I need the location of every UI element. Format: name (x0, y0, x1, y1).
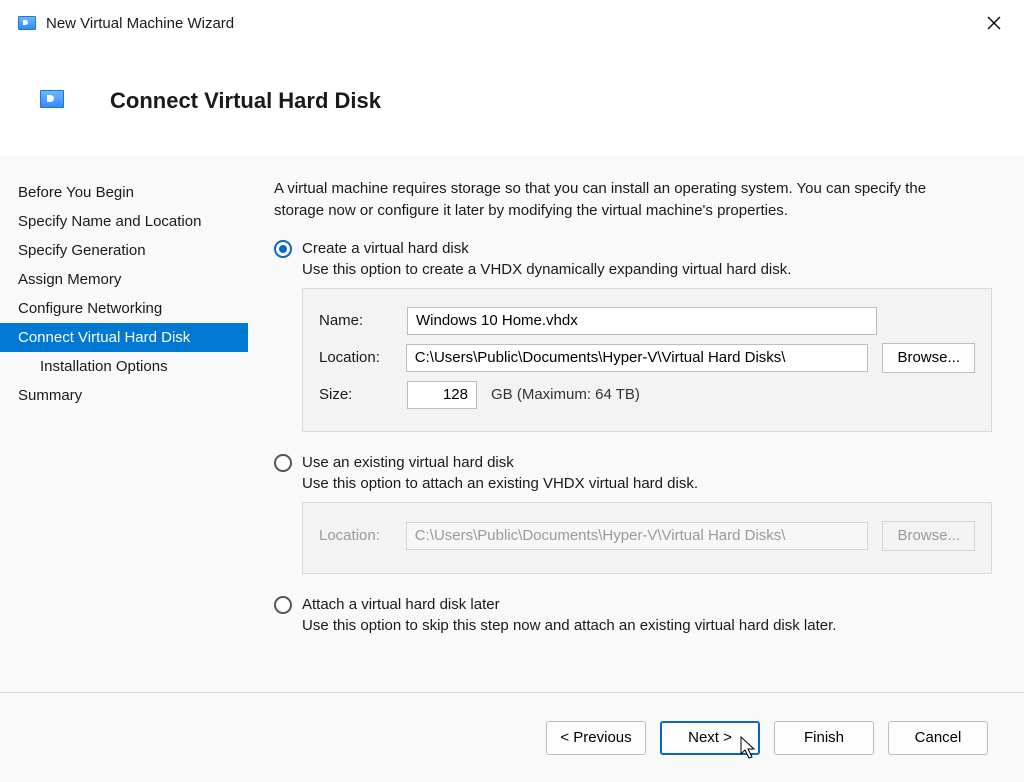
sidebar-item-configure-networking[interactable]: Configure Networking (0, 294, 248, 323)
cancel-button[interactable]: Cancel (888, 721, 988, 755)
sidebar-item-label: Assign Memory (18, 271, 121, 288)
sidebar-item-connect-vhd[interactable]: Connect Virtual Hard Disk (0, 323, 248, 352)
size-suffix: GB (Maximum: 64 TB) (491, 386, 640, 403)
window-title: New Virtual Machine Wizard (46, 15, 234, 32)
radio-create-label: Create a virtual hard disk (302, 240, 469, 257)
browse-button-existing: Browse... (882, 521, 975, 551)
location-label: Location: (319, 349, 392, 366)
radio-later-label: Attach a virtual hard disk later (302, 596, 500, 613)
name-input[interactable] (407, 307, 877, 335)
next-button[interactable]: Next > (660, 721, 760, 755)
location-input[interactable] (406, 344, 869, 372)
sidebar-item-specify-name-location[interactable]: Specify Name and Location (0, 207, 248, 236)
size-label: Size: (319, 386, 393, 403)
sidebar-item-label: Summary (18, 387, 82, 404)
existing-location-label: Location: (319, 527, 392, 544)
wizard-body: Before You Begin Specify Name and Locati… (0, 156, 1024, 692)
radio-existing-vhd[interactable] (274, 454, 292, 472)
option-create-desc: Use this option to create a VHDX dynamic… (302, 261, 992, 278)
radio-create-vhd[interactable] (274, 240, 292, 258)
sidebar-item-label: Before You Begin (18, 184, 134, 201)
option-later-desc: Use this option to skip this step now an… (302, 617, 992, 634)
finish-button[interactable]: Finish (774, 721, 874, 755)
sidebar-item-before-you-begin[interactable]: Before You Begin (0, 178, 248, 207)
sidebar-item-installation-options[interactable]: Installation Options (0, 352, 248, 381)
close-icon (987, 16, 1001, 30)
option-existing-desc: Use this option to attach an existing VH… (302, 475, 992, 492)
browse-button-create[interactable]: Browse... (882, 343, 975, 373)
titlebar: New Virtual Machine Wizard (0, 0, 1024, 46)
radio-attach-later[interactable] (274, 596, 292, 614)
previous-button[interactable]: < Previous (546, 721, 646, 755)
create-form-box: Name: Location: Browse... Size: GB (Maxi… (302, 288, 992, 432)
intro-text: A virtual machine requires storage so th… (274, 178, 974, 222)
monitor-icon (40, 90, 64, 108)
wizard-header: Connect Virtual Hard Disk (0, 46, 1024, 156)
option-later-row: Attach a virtual hard disk later (274, 596, 992, 614)
option-create-row: Create a virtual hard disk (274, 240, 992, 258)
radio-existing-label: Use an existing virtual hard disk (302, 454, 514, 471)
sidebar-item-assign-memory[interactable]: Assign Memory (0, 265, 248, 294)
sidebar-item-summary[interactable]: Summary (0, 381, 248, 410)
existing-location-input (406, 522, 869, 550)
close-button[interactable] (976, 5, 1012, 41)
wizard-content: A virtual machine requires storage so th… (248, 156, 1024, 692)
option-existing-row: Use an existing virtual hard disk (274, 454, 992, 472)
sidebar-item-label: Installation Options (40, 358, 168, 375)
sidebar-item-label: Connect Virtual Hard Disk (18, 329, 190, 346)
name-label: Name: (319, 312, 393, 329)
sidebar-item-label: Configure Networking (18, 300, 162, 317)
sidebar-item-label: Specify Generation (18, 242, 146, 259)
wizard-footer: < Previous Next > Finish Cancel (0, 692, 1024, 782)
app-icon (18, 16, 36, 30)
wizard-sidebar: Before You Begin Specify Name and Locati… (0, 156, 248, 692)
page-title: Connect Virtual Hard Disk (110, 88, 381, 114)
size-input[interactable] (407, 381, 477, 409)
existing-form-box: Location: Browse... (302, 502, 992, 574)
sidebar-item-label: Specify Name and Location (18, 213, 201, 230)
sidebar-item-specify-generation[interactable]: Specify Generation (0, 236, 248, 265)
